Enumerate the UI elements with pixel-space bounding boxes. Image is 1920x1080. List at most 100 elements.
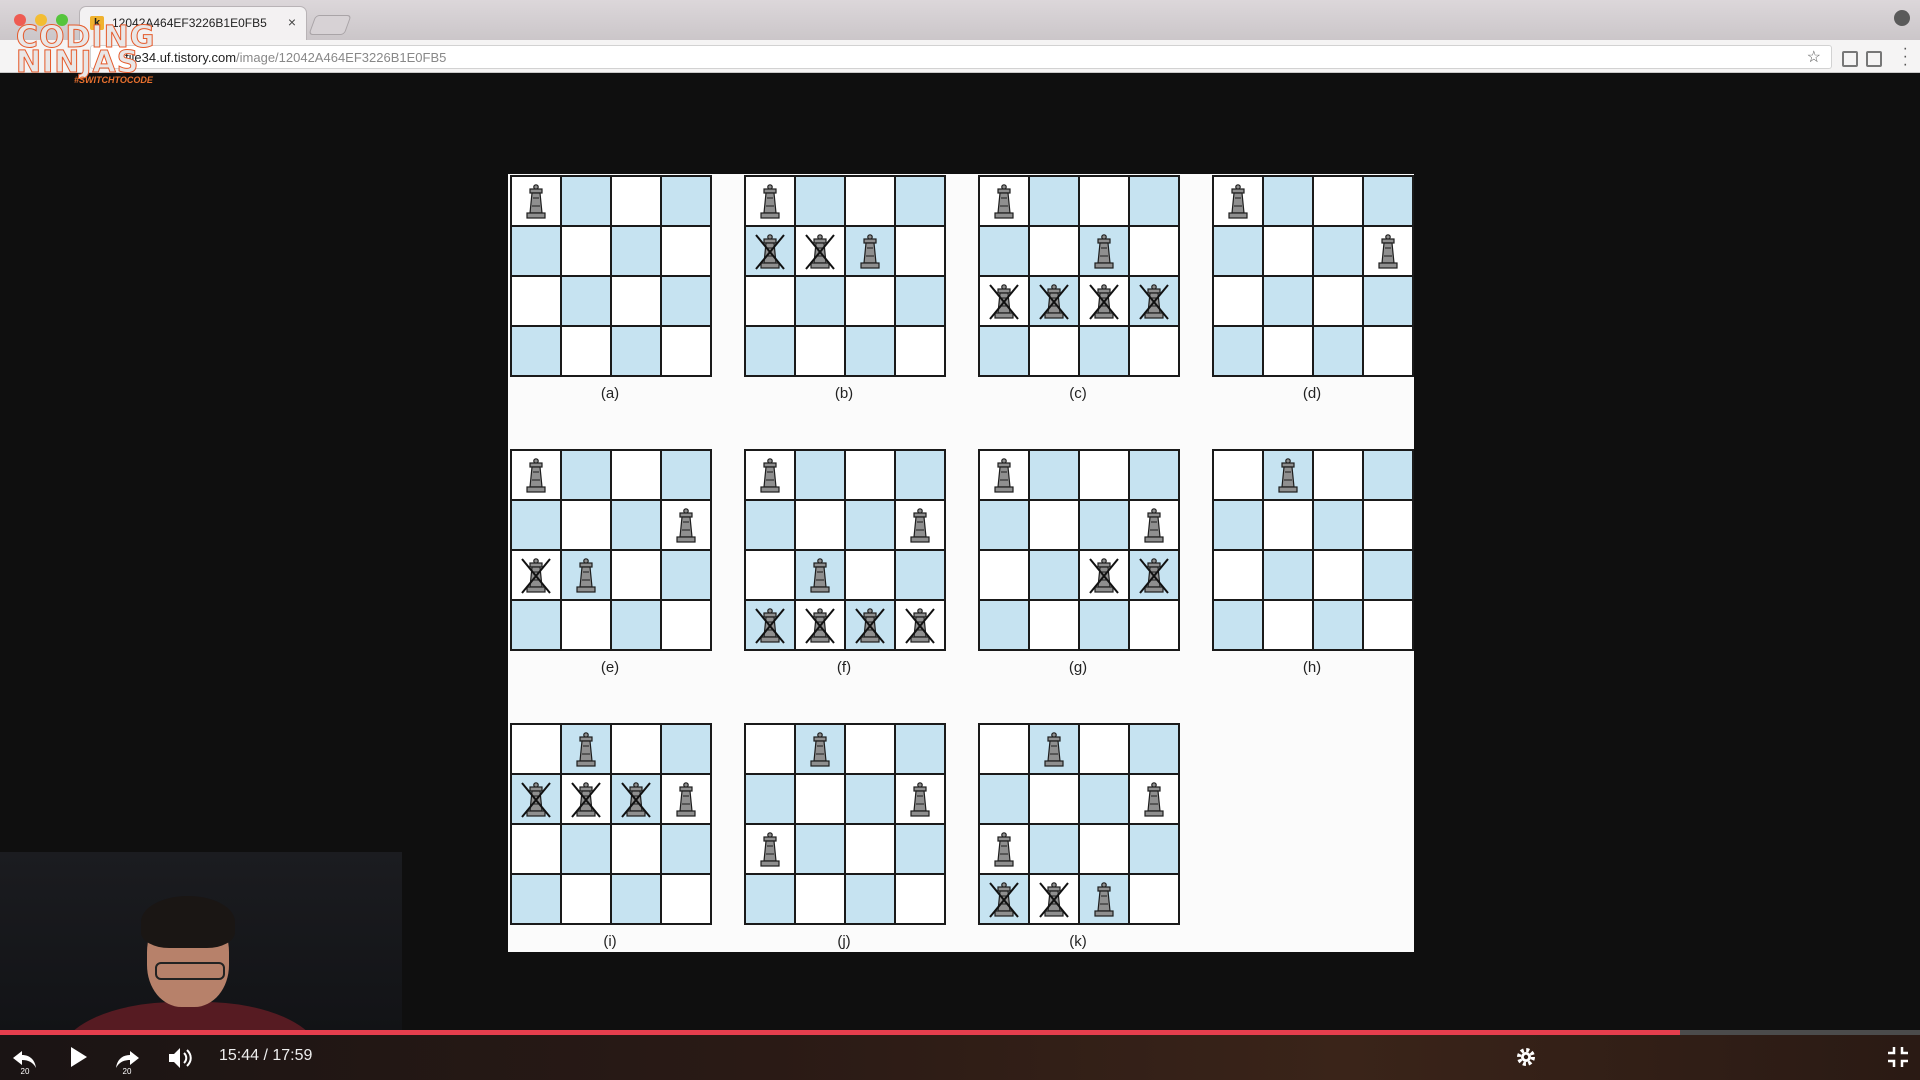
board-square <box>978 499 1030 551</box>
board-square <box>1078 499 1130 551</box>
board-square <box>1128 449 1180 501</box>
forward-20-icon[interactable]: 20 <box>112 1045 142 1075</box>
tab-close-icon[interactable]: × <box>288 14 296 30</box>
board-square <box>894 823 946 875</box>
volume-icon[interactable] <box>166 1045 194 1071</box>
board-square <box>894 873 946 925</box>
chess-board-grid <box>1212 175 1414 377</box>
rewind-seconds: 20 <box>21 1067 30 1075</box>
board-square <box>894 723 946 775</box>
board-square <box>660 599 712 651</box>
board-square <box>1078 175 1130 227</box>
board-label: (e) <box>600 659 620 676</box>
board-square <box>1028 549 1080 601</box>
chess-board-grid <box>978 175 1180 377</box>
board-square <box>744 325 796 377</box>
chess-board <box>1212 175 1414 377</box>
board-square <box>1362 499 1414 551</box>
board-square <box>510 873 562 925</box>
address-bar-row: file34.uf.tistory.com/image/12042A464EF3… <box>0 40 1920 73</box>
board-square <box>560 823 612 875</box>
chess-board-grid <box>744 723 946 925</box>
board-square <box>510 275 562 327</box>
browser-menu-icon[interactable]: · · · <box>1903 41 1908 73</box>
board-square <box>1212 599 1264 651</box>
board-square <box>610 325 662 377</box>
board-square <box>1312 225 1364 277</box>
board-square <box>610 873 662 925</box>
board-label: (g) <box>1068 659 1088 676</box>
exit-fullscreen-icon[interactable] <box>1886 1045 1910 1069</box>
url-path: /image/12042A464EF3226B1E0FB5 <box>236 50 447 65</box>
board-square <box>844 449 896 501</box>
board-square <box>744 275 796 327</box>
board-square <box>1128 175 1180 227</box>
chess-board-grid <box>978 449 1180 651</box>
chess-board <box>744 449 946 651</box>
board-square <box>894 449 946 501</box>
board-label: (b) <box>834 385 854 402</box>
board-square <box>560 499 612 551</box>
board-square <box>844 723 896 775</box>
chess-board-grid <box>510 723 712 925</box>
board-label: (j) <box>837 933 851 950</box>
board-label: (k) <box>1069 933 1087 950</box>
board-square <box>610 175 662 227</box>
board-square <box>1128 225 1180 277</box>
board-square <box>1362 275 1414 327</box>
board-label: (h) <box>1302 659 1322 676</box>
board-square <box>660 225 712 277</box>
chess-board-grid <box>744 449 946 651</box>
board-square <box>610 449 662 501</box>
new-tab-button[interactable] <box>308 15 352 35</box>
board-square <box>744 873 796 925</box>
board-square <box>1262 175 1314 227</box>
board-square <box>1262 275 1314 327</box>
board-square <box>1078 599 1130 651</box>
board-square <box>660 275 712 327</box>
board-square <box>844 275 896 327</box>
board-square <box>660 873 712 925</box>
board-square <box>978 773 1030 825</box>
board-square <box>510 325 562 377</box>
board-square <box>794 325 846 377</box>
board-square <box>1028 773 1080 825</box>
board-square <box>560 873 612 925</box>
coding-ninjas-logo: CODING NINJAS #SWITCHTOCODE <box>15 20 166 90</box>
board-square <box>510 723 562 775</box>
board-square <box>1362 449 1414 501</box>
board-square <box>894 175 946 227</box>
board-square <box>1078 449 1130 501</box>
forward-seconds: 20 <box>123 1067 132 1075</box>
board-square <box>1312 499 1364 551</box>
board-square <box>660 449 712 501</box>
rewind-20-icon[interactable]: 20 <box>10 1045 40 1075</box>
board-square <box>1028 225 1080 277</box>
board-square <box>610 499 662 551</box>
bookmark-star-icon[interactable]: ☆ <box>1807 47 1821 67</box>
chess-board-grid <box>510 175 712 377</box>
extension-icon[interactable] <box>1842 51 1858 67</box>
board-square <box>744 499 796 551</box>
chess-board <box>1212 449 1414 651</box>
board-square <box>1312 549 1364 601</box>
url-field[interactable]: file34.uf.tistory.com/image/12042A464EF3… <box>90 45 1832 69</box>
board-square <box>794 275 846 327</box>
chess-board-grid <box>744 175 946 377</box>
board-square <box>560 175 612 227</box>
four-queens-figure: (a) (b) (c) (d) (e) (f) (g) (h) (i) (j) (k) <box>508 174 1414 952</box>
cast-icon[interactable] <box>1866 51 1882 67</box>
board-square <box>1128 723 1180 775</box>
board-square <box>660 549 712 601</box>
profile-icon[interactable] <box>1894 10 1910 26</box>
settings-gear-icon[interactable] <box>1514 1045 1538 1069</box>
board-label: (c) <box>1069 385 1087 402</box>
board-square <box>1212 325 1264 377</box>
board-square <box>894 225 946 277</box>
board-label: (i) <box>603 933 617 950</box>
board-square <box>794 873 846 925</box>
board-square <box>1212 225 1264 277</box>
board-square <box>1078 773 1130 825</box>
chess-board-grid <box>978 723 1180 925</box>
play-icon[interactable] <box>66 1045 90 1069</box>
